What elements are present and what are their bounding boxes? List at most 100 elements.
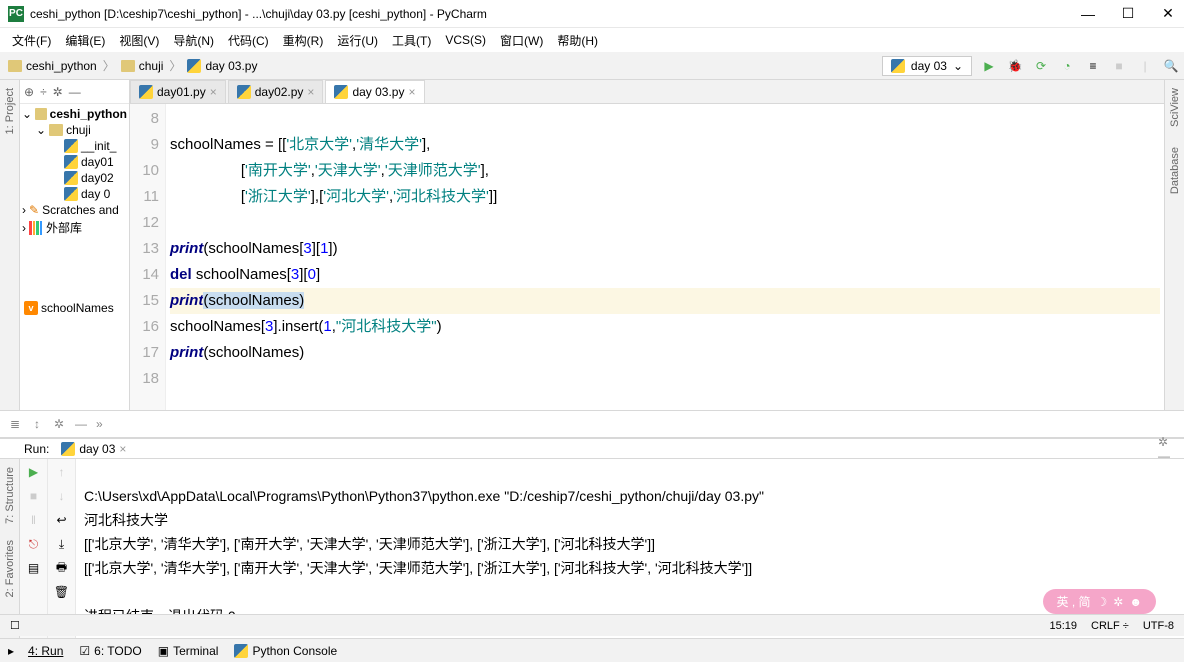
line-num: 18 bbox=[132, 366, 159, 392]
rerun-button[interactable]: ▶ bbox=[25, 463, 43, 481]
down-button[interactable]: ↓ bbox=[53, 487, 71, 505]
breadcrumb-file[interactable]: day 03.py bbox=[183, 57, 261, 75]
menu-code[interactable]: 代码(C) bbox=[222, 30, 275, 51]
search-everywhere-button[interactable]: 🔍 bbox=[1162, 57, 1180, 75]
pause-button[interactable]: ‖ bbox=[25, 511, 43, 529]
collapse-icon[interactable]: ▸ bbox=[8, 644, 14, 658]
project-panel: ⊕ ÷ ✲ — ⌄ceshi_python ⌄chuji __init_ day… bbox=[20, 80, 130, 410]
debug-button[interactable]: 🐞 bbox=[1006, 57, 1024, 75]
python-file-icon bbox=[139, 85, 153, 99]
concurrency-button[interactable]: ≡ bbox=[1084, 57, 1102, 75]
menu-refactor[interactable]: 重构(R) bbox=[277, 30, 330, 51]
database-tool-button[interactable]: Database bbox=[1169, 143, 1181, 198]
tool-label: 6: TODO bbox=[94, 644, 142, 658]
gear-icon: ✲ bbox=[1113, 595, 1123, 609]
tree-file-day03[interactable]: day 0 bbox=[22, 186, 127, 202]
tool-terminal[interactable]: ▣Terminal bbox=[150, 642, 227, 660]
run-console[interactable]: C:\Users\xd\AppData\Local\Programs\Pytho… bbox=[76, 459, 1184, 638]
breadcrumb-root[interactable]: ceshi_python bbox=[4, 57, 101, 75]
project-toolbar: ⊕ ÷ ✲ — bbox=[20, 80, 129, 104]
favorites-tool-button[interactable]: 2: Favorites bbox=[4, 536, 16, 601]
menu-view[interactable]: 视图(V) bbox=[113, 30, 165, 51]
hide-icon[interactable]: — bbox=[72, 415, 90, 433]
tree-label: __init_ bbox=[81, 139, 116, 153]
close-icon[interactable]: × bbox=[210, 85, 217, 99]
code-body[interactable]: schoolNames = [['北京大学','清华大学'], ['南开大学',… bbox=[166, 104, 1164, 410]
structure-tool-button[interactable]: 7: Structure bbox=[4, 463, 16, 528]
menu-file[interactable]: 文件(F) bbox=[6, 30, 57, 51]
tree-file-init[interactable]: __init_ bbox=[22, 138, 127, 154]
menu-navigate[interactable]: 导航(N) bbox=[167, 30, 220, 51]
tool-python-console[interactable]: Python Console bbox=[226, 642, 345, 660]
hide-icon[interactable]: — bbox=[69, 85, 81, 99]
console-line: [['北京大学', '清华大学'], ['南开大学', '天津大学', '天津师… bbox=[84, 560, 752, 576]
tab-day02[interactable]: day02.py× bbox=[228, 80, 324, 103]
gear-icon[interactable]: ✲ bbox=[50, 415, 68, 433]
tree-root[interactable]: ⌄ceshi_python bbox=[22, 106, 127, 122]
editor-tabs: day01.py× day02.py× day 03.py× bbox=[130, 80, 1164, 104]
library-icon bbox=[29, 221, 43, 235]
tree-external-libs[interactable]: ›外部库 bbox=[22, 218, 127, 237]
menu-help[interactable]: 帮助(H) bbox=[551, 30, 604, 51]
sciview-tool-button[interactable]: SciView bbox=[1169, 84, 1181, 131]
profile-button[interactable]: ◔ bbox=[1058, 57, 1076, 75]
tree-label: Scratches and bbox=[42, 203, 119, 217]
close-icon[interactable]: × bbox=[408, 85, 415, 99]
run-config-selector[interactable]: day 03⌄ bbox=[882, 56, 972, 76]
layout-button[interactable]: ▤ bbox=[25, 559, 43, 577]
stop-button[interactable]: ■ bbox=[25, 487, 43, 505]
gear-icon[interactable]: ✲ — bbox=[1158, 440, 1176, 458]
tree-file-day01[interactable]: day01 bbox=[22, 154, 127, 170]
breadcrumb-folder[interactable]: chuji bbox=[117, 57, 168, 75]
more-icon[interactable]: » bbox=[96, 417, 103, 431]
clear-button[interactable]: 🗑 bbox=[53, 583, 71, 601]
structure-variable[interactable]: vschoolNames bbox=[24, 300, 114, 316]
soft-wrap-button[interactable]: ↩ bbox=[53, 511, 71, 529]
python-file-icon bbox=[891, 59, 905, 73]
run-coverage-button[interactable]: ⟳ bbox=[1032, 57, 1050, 75]
gear-icon[interactable]: ✲ bbox=[53, 85, 63, 99]
print-button[interactable]: 🖶 bbox=[53, 559, 71, 577]
tool-run[interactable]: 4: Run bbox=[20, 642, 71, 660]
expand-icon[interactable]: ÷ bbox=[40, 85, 47, 99]
line-separator[interactable]: CRLF ÷ bbox=[1091, 620, 1129, 632]
filter-icon[interactable]: ↕ bbox=[28, 415, 46, 433]
tab-day03[interactable]: day 03.py× bbox=[325, 80, 424, 103]
sort-icon[interactable]: ≣ bbox=[6, 415, 24, 433]
close-icon[interactable]: × bbox=[119, 442, 126, 456]
menu-vcs[interactable]: VCS(S) bbox=[439, 31, 492, 49]
close-button[interactable]: ✕ bbox=[1160, 6, 1176, 22]
exit-button[interactable]: ⎋ bbox=[25, 535, 43, 553]
chevron-right-icon: › bbox=[22, 221, 26, 235]
tree-scratches[interactable]: ›✎Scratches and bbox=[22, 202, 127, 218]
app-icon: PC bbox=[8, 6, 24, 22]
file-encoding[interactable]: UTF-8 bbox=[1143, 620, 1174, 632]
maximize-button[interactable]: ☐ bbox=[1120, 6, 1136, 22]
line-num: 17 bbox=[132, 340, 159, 366]
tab-day01[interactable]: day01.py× bbox=[130, 80, 226, 103]
menu-window[interactable]: 窗口(W) bbox=[494, 30, 549, 51]
bottom-tool-bar: ▸ 4: Run ☑6: TODO ▣Terminal Python Conso… bbox=[0, 638, 1184, 662]
close-icon[interactable]: × bbox=[307, 85, 314, 99]
tool-todo[interactable]: ☑6: TODO bbox=[71, 642, 149, 660]
tree-file-day02[interactable]: day02 bbox=[22, 170, 127, 186]
menu-run[interactable]: 运行(U) bbox=[331, 30, 384, 51]
tree-folder-chuji[interactable]: ⌄chuji bbox=[22, 122, 127, 138]
crumb-label: day 03.py bbox=[205, 59, 257, 73]
minimize-button[interactable]: — bbox=[1080, 6, 1096, 22]
line-num: 9 bbox=[132, 132, 159, 158]
status-icon[interactable]: ☐ bbox=[10, 619, 20, 632]
ime-badge[interactable]: 英 , 简 ☽✲☻ bbox=[1043, 589, 1156, 614]
up-button[interactable]: ↑ bbox=[53, 463, 71, 481]
scroll-to-end-button[interactable]: ⤓ bbox=[53, 535, 71, 553]
stop-button[interactable]: ■ bbox=[1110, 57, 1128, 75]
run-button[interactable]: ▶ bbox=[980, 57, 998, 75]
tree-label: day 0 bbox=[81, 187, 110, 201]
code-editor[interactable]: 8 9 10 11 12 13 14 15 16 17 18 schoolNam… bbox=[130, 104, 1164, 410]
menu-tools[interactable]: 工具(T) bbox=[386, 30, 437, 51]
cursor-position[interactable]: 15:19 bbox=[1049, 620, 1077, 632]
menu-edit[interactable]: 编辑(E) bbox=[59, 30, 111, 51]
target-icon[interactable]: ⊕ bbox=[24, 85, 34, 99]
project-tool-button[interactable]: 1: Project bbox=[4, 84, 16, 138]
tree-label: day02 bbox=[81, 171, 114, 185]
